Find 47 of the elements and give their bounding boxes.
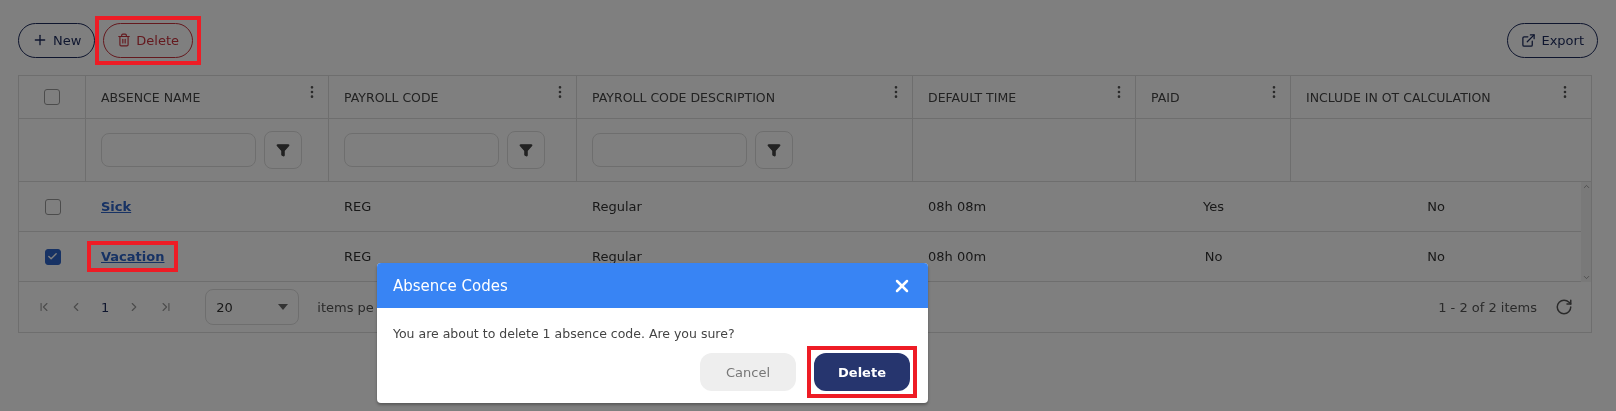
trash-icon [117, 33, 132, 47]
table-cell: Yes [1203, 199, 1224, 214]
absence-link[interactable]: Vacation [101, 249, 165, 264]
check-icon [47, 251, 58, 262]
delete-button[interactable]: Delete [814, 353, 910, 391]
filter-icon [519, 143, 533, 157]
table-cell: Regular [592, 249, 642, 264]
external-link-icon [1521, 32, 1537, 48]
first-page-icon[interactable] [37, 300, 51, 314]
filter-icon [767, 143, 781, 157]
dialog-title: Absence Codes [393, 276, 508, 295]
column-header: DEFAULT TIME [928, 89, 1017, 105]
filter-button[interactable] [755, 131, 793, 169]
delete-button[interactable]: Delete [103, 22, 194, 58]
page-size-dropdown[interactable]: 20 [205, 289, 300, 325]
table-cell: No [1427, 199, 1445, 214]
table-cell: Regular [592, 199, 642, 214]
export-button[interactable]: Export [1507, 22, 1598, 58]
table-cell: REG [344, 199, 372, 214]
column-header: INCLUDE IN OT CALCULATION [1306, 89, 1491, 105]
column-header: PAYROLL CODE DESCRIPTION [592, 89, 776, 105]
checkbox[interactable] [44, 89, 60, 105]
dialog-message: You are about to delete 1 absence code. Are you sure? [393, 326, 736, 341]
table-cell: No [1204, 249, 1223, 264]
table-cell: REG [344, 249, 372, 264]
filter-icon [276, 143, 290, 157]
item-count: 1 - 2 of 2 items [1438, 299, 1537, 315]
filter-button[interactable] [507, 131, 545, 169]
column-header: PAID [1151, 89, 1180, 105]
filter-button[interactable] [264, 131, 302, 169]
table-cell: No [1427, 249, 1445, 264]
checkbox[interactable] [44, 198, 61, 215]
table-cell: 08h 00m [928, 249, 987, 264]
cancel-button[interactable]: Cancel [700, 353, 796, 391]
page-number[interactable]: 1 [101, 299, 110, 315]
absence-link[interactable]: Sick [101, 199, 132, 214]
page-size-label: items pe [317, 299, 374, 315]
checkbox[interactable] [44, 248, 61, 265]
table-cell: 08h 08m [928, 199, 987, 214]
column-header: ABSENCE NAME [101, 89, 201, 105]
scroll-up-icon[interactable] [1581, 182, 1591, 191]
plus-icon [32, 32, 48, 48]
scrollbar[interactable] [1581, 182, 1591, 282]
column-header: PAYROLL CODE [344, 89, 439, 105]
scroll-down-icon[interactable] [1581, 273, 1591, 282]
refresh-icon[interactable] [1555, 298, 1573, 316]
new-button[interactable]: New [18, 22, 96, 58]
